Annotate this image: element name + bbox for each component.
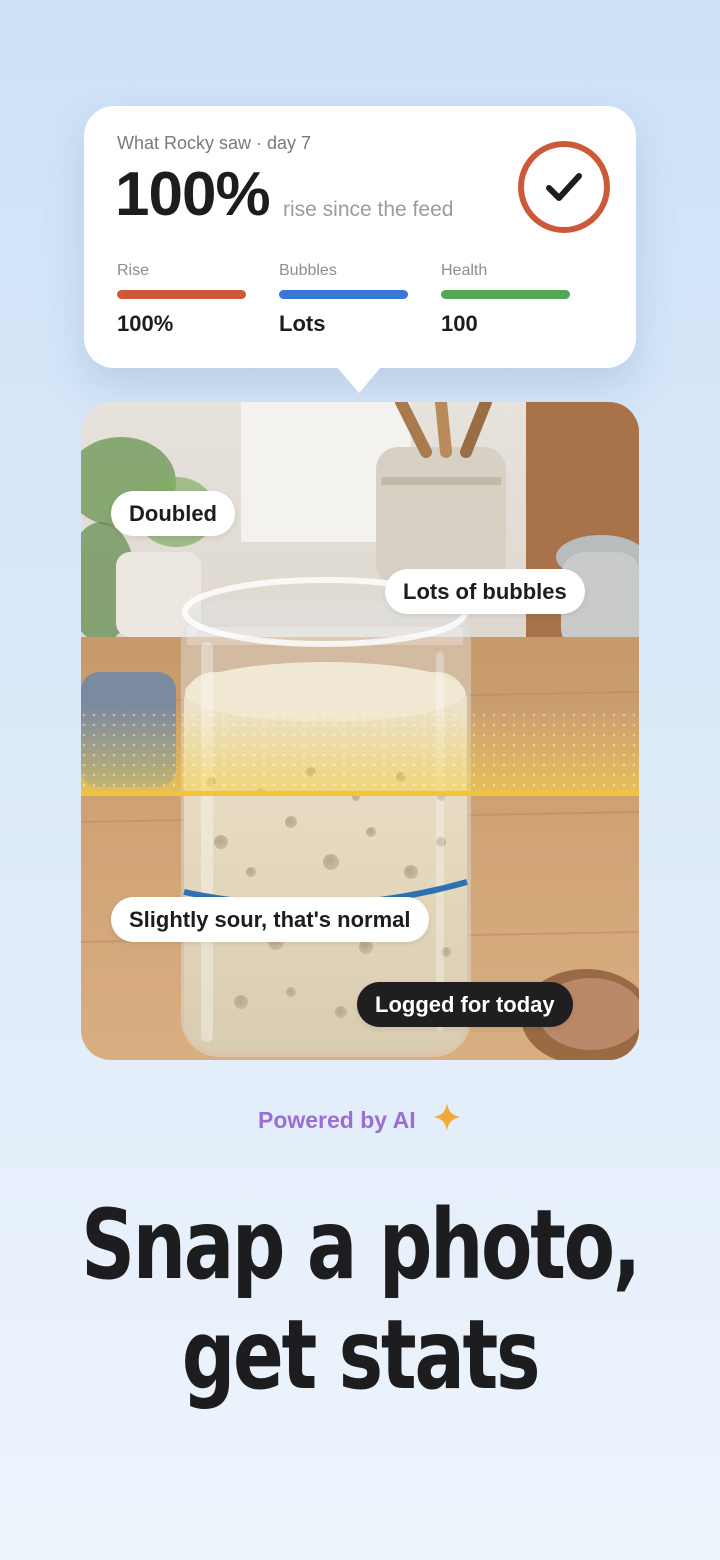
rise-caption: rise since the feed (283, 198, 454, 221)
tag-doubled: Doubled (111, 491, 235, 536)
powered-label: Powered by AI (257, 1107, 416, 1134)
rise-percentage: 100% (115, 160, 271, 229)
stats-card: What Rocky saw · day 7 100% rise since t… (84, 106, 636, 368)
metric-bubbles: Bubbles Lots (279, 262, 409, 337)
powered-by-ai: Powered by AI (0, 1103, 720, 1138)
metric-label: Health (441, 262, 488, 279)
tag-slightly-sour: Slightly sour, that's normal (111, 897, 429, 942)
tag-lots-of-bubbles: Lots of bubbles (385, 569, 585, 614)
metric-bar (279, 290, 408, 299)
metric-value: 100% (117, 311, 174, 336)
card-subtitle: What Rocky saw · day 7 (117, 133, 312, 153)
metric-value: Lots (279, 311, 326, 336)
metric-label: Bubbles (279, 262, 337, 279)
metric-rise: Rise 100% (117, 262, 247, 337)
metric-bar (117, 290, 246, 299)
card-pointer (336, 366, 382, 393)
headline-line-1: Snap a photo, (81, 1189, 641, 1301)
metric-value: 100 (441, 311, 478, 336)
metric-health: Health 100 (441, 262, 571, 337)
metric-bar (441, 290, 570, 299)
headline-line-2: get stats (181, 1299, 541, 1411)
headline: Snap a photo, get stats (79, 1190, 641, 1410)
logged-badge: Logged for today (357, 982, 573, 1027)
check-circle-icon (518, 141, 610, 233)
metric-label: Rise (117, 262, 150, 279)
sparkle-icon (432, 1102, 462, 1138)
starter-photo: Doubled Lots of bubbles Slightly sour, t… (81, 402, 639, 1060)
